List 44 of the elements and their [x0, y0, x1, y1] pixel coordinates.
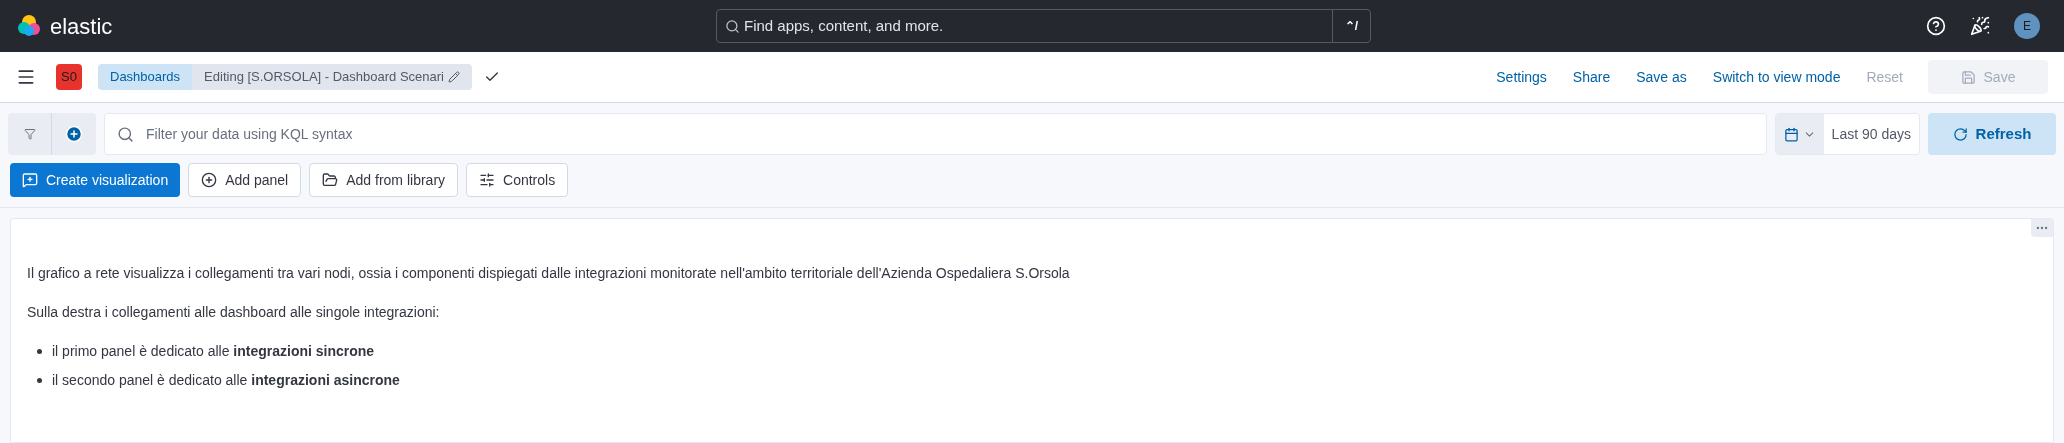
global-search-input[interactable]: Find apps, content, and more. [740, 14, 1332, 38]
breadcrumb[interactable]: Dashboards [98, 64, 193, 90]
shortcut-hint: ⌃/ [1331, 10, 1370, 42]
search-icon [725, 18, 740, 34]
header-link[interactable]: Save as [1623, 66, 1700, 88]
list-item: il primo panel è dedicato alle integrazioni sincrone [52, 342, 375, 361]
filter-icon[interactable] [23, 128, 36, 140]
refresh-icon [1952, 126, 1968, 142]
breadcrumb[interactable]: Editing [S.ORSOLA] - Dashboard Scenari [192, 64, 472, 90]
toolbar-button[interactable]: Add from library [309, 163, 459, 197]
chat-plus-icon [22, 172, 38, 188]
folder-icon [322, 172, 339, 188]
query-field[interactable]: Filter your data using KQL syntax [104, 113, 1767, 155]
global-search-field[interactable]: Find apps, content, and more. ⌃/ [716, 9, 1371, 43]
brand-name: elastic [50, 12, 113, 41]
help-icon[interactable] [1926, 16, 1946, 36]
logo-icon [16, 13, 42, 39]
toolbar-button[interactable]: Create visualization [10, 163, 181, 197]
paragraph: Sulla destra i collegamenti alle dashboard alle singole integrazioni: [27, 303, 441, 322]
header-link[interactable]: Switch to view mode [1699, 66, 1854, 88]
time-range: Last 90 days [1830, 124, 1912, 144]
user-avatar[interactable]: E [2014, 13, 2040, 39]
query-input[interactable]: Filter your data using KQL syntax [146, 123, 1754, 145]
save-icon [1960, 69, 1976, 85]
refresh-button[interactable]: Refresh [1928, 113, 2056, 155]
list-item: il secondo panel è dedicato alle integrazioni asincrone [52, 371, 400, 390]
party-popper-icon[interactable] [1970, 16, 1990, 36]
pencil-icon [448, 71, 460, 83]
toolbar-button[interactable]: Add panel [188, 163, 302, 197]
header-link[interactable]: Share [1559, 66, 1624, 88]
menu-icon[interactable] [16, 67, 36, 87]
header-link[interactable]: Settings [1483, 66, 1560, 88]
space-badge[interactable]: S0 [56, 64, 82, 90]
bullet-icon [37, 378, 42, 383]
add-filter-icon[interactable] [65, 125, 83, 143]
search-icon [117, 125, 134, 143]
calendar-icon [1783, 126, 1799, 142]
date-picker[interactable]: Last 90 days [1774, 113, 1920, 155]
bullet-icon [37, 349, 42, 354]
sliders-icon [479, 172, 496, 188]
toolbar-button[interactable]: Controls [466, 163, 569, 197]
paragraph: Il grafico a rete visualizza i collegamenti tra vari nodi, ossia i componenti dispiegati dalle integrazioni monitorate nell'ambito territoriale dell'Azienda Ospedaliera S.Orsola [27, 264, 1071, 283]
plus-circle-icon [201, 172, 218, 188]
panel-options-button[interactable] [2031, 219, 2053, 237]
